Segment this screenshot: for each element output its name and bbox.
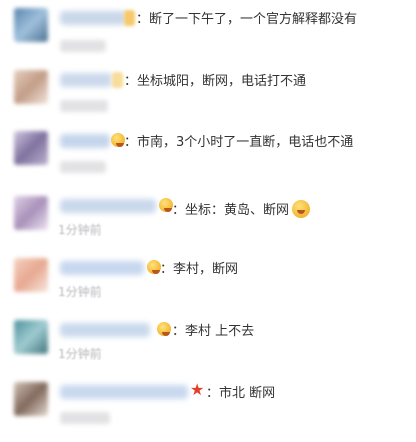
comment-item: ：李村 上不去 1分钟前 — [0, 320, 416, 380]
avatar[interactable] — [14, 70, 48, 104]
user-badge-icon — [154, 322, 171, 340]
timestamp: 1分钟前 — [58, 347, 102, 361]
comment-item: ：市南，3个小时了一直断，电话也不通 — [0, 131, 416, 191]
comment-text: ：坐标：黄岛、断网 — [172, 200, 311, 219]
timestamp: 1分钟前 — [58, 285, 102, 299]
user-badge-icon — [108, 133, 125, 151]
timestamp-redacted — [60, 161, 106, 173]
user-badge-icon — [124, 10, 135, 26]
avatar[interactable] — [14, 8, 48, 42]
star-badge-icon: ★ — [190, 380, 205, 399]
avatar[interactable] — [14, 196, 48, 230]
face-emoji-icon — [292, 200, 311, 218]
comment-item: ★ ：市北 断网 — [0, 382, 416, 442]
avatar[interactable] — [14, 382, 48, 416]
comment-feed: ：断了一下午了，一个官方解释都没有 ：坐标城阳，断网，电话打不通 ：市南，3个小… — [0, 0, 416, 440]
timestamp: 1分钟前 — [58, 223, 102, 237]
username-redacted[interactable] — [60, 73, 112, 87]
avatar[interactable] — [14, 320, 48, 354]
comment-text: ：李村 上不去 — [172, 324, 255, 339]
username-redacted[interactable] — [60, 323, 150, 337]
username-redacted[interactable] — [60, 134, 110, 148]
timestamp-redacted — [60, 40, 106, 52]
username-redacted[interactable] — [60, 261, 144, 275]
avatar[interactable] — [14, 131, 48, 165]
comment-text-content: ：坐标：黄岛、断网 — [172, 203, 290, 218]
user-badge-icon — [144, 260, 161, 278]
comment-item: ：断了一下午了，一个官方解释都没有 — [0, 8, 416, 68]
username-redacted[interactable] — [60, 11, 126, 25]
comment-text: ：断了一下午了，一个官方解释都没有 — [136, 12, 358, 27]
user-badge-icon — [156, 198, 173, 216]
timestamp-redacted — [60, 100, 108, 112]
username-redacted[interactable] — [60, 199, 156, 213]
comment-item: ：李村，断网 1分钟前 — [0, 258, 416, 318]
user-badge-icon — [112, 72, 123, 88]
comment-text: ：市南，3个小时了一直断，电话也不通 — [124, 135, 354, 150]
comment-text: ：坐标城阳，断网，电话打不通 — [124, 74, 307, 89]
comment-item: ：坐标城阳，断网，电话打不通 — [0, 70, 416, 130]
comment-text: ：市北 断网 — [206, 386, 276, 401]
comment-item: ：坐标：黄岛、断网 1分钟前 — [0, 196, 416, 256]
avatar[interactable] — [14, 258, 48, 292]
username-redacted[interactable] — [60, 385, 188, 399]
timestamp-redacted — [60, 412, 110, 424]
comment-text: ：李村，断网 — [160, 262, 239, 277]
